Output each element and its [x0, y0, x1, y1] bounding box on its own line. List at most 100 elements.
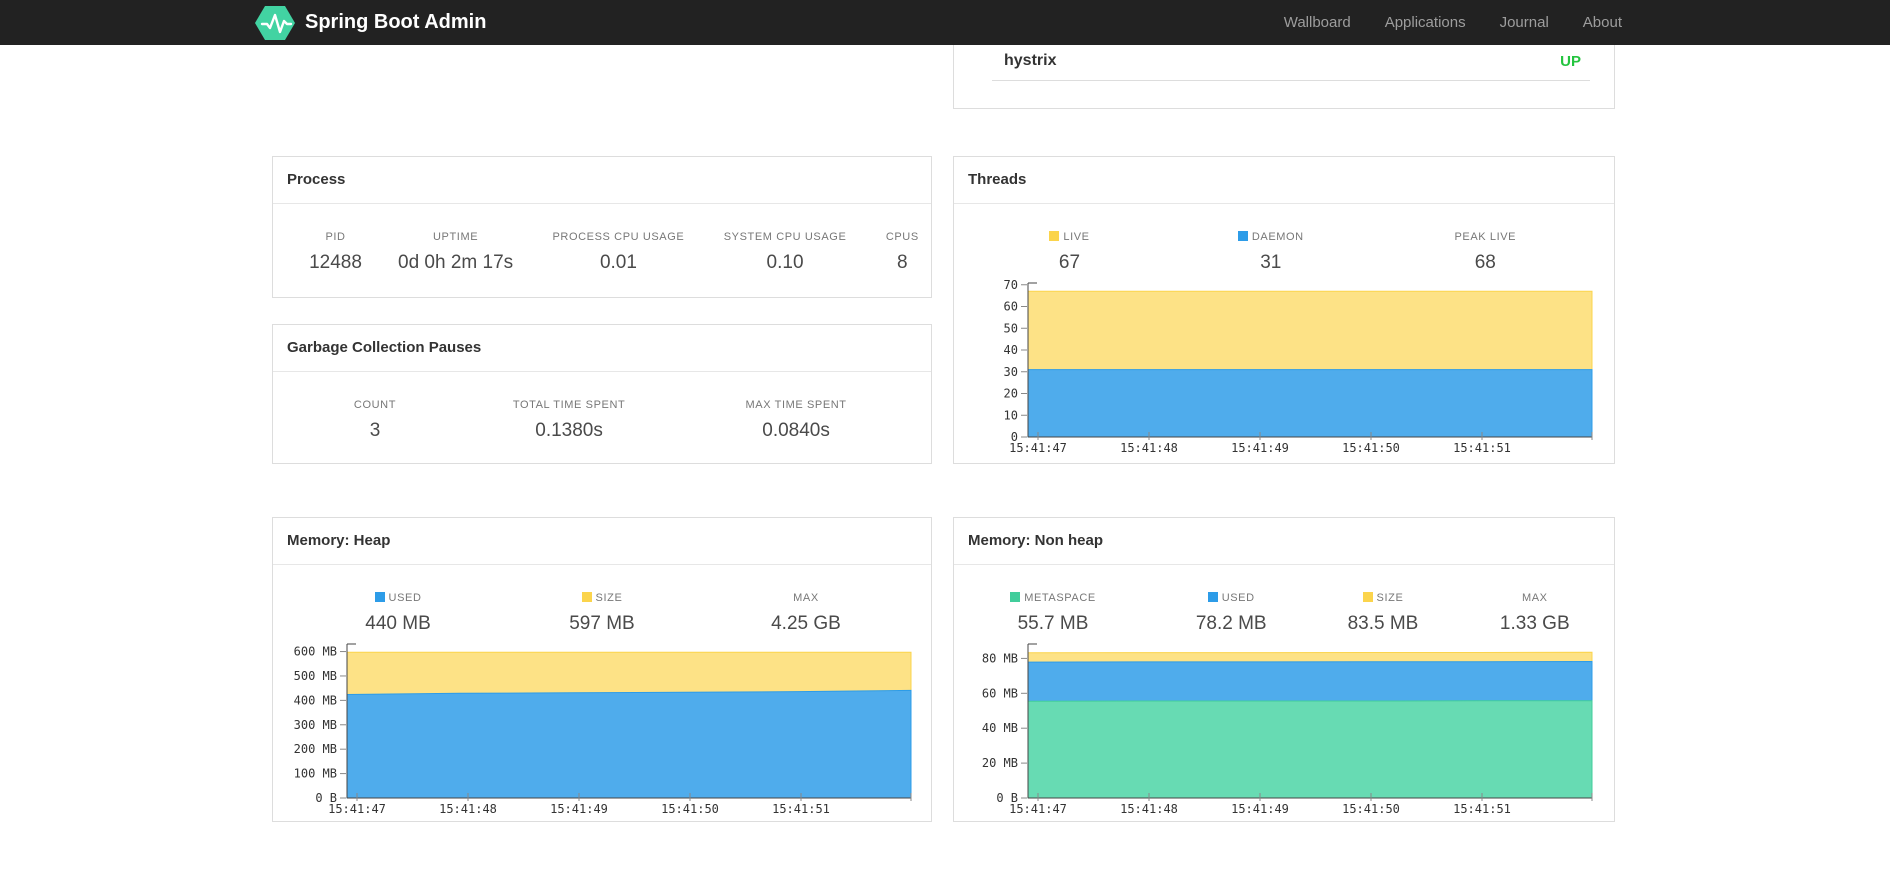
stat-value: 440 MB [365, 613, 431, 634]
stat-total-time-spent: TOTAL TIME SPENT 0.1380s [477, 399, 661, 442]
svg-text:300 MB: 300 MB [294, 718, 337, 732]
svg-text:20: 20 [1004, 387, 1018, 401]
stat-label: SIZE [523, 592, 681, 604]
svg-text:60 MB: 60 MB [982, 686, 1018, 700]
nav-item-about[interactable]: About [1583, 14, 1622, 31]
stat-live: LIVE 67 [954, 231, 1185, 274]
stat-daemon: DAEMON 31 [1185, 231, 1357, 274]
spring-boot-admin-logo-icon [255, 5, 295, 40]
stat-label: USED [1152, 592, 1310, 604]
legend-yellow-swatch-icon [1362, 592, 1373, 602]
stat-value: 68 [1474, 252, 1496, 273]
nav-item-applications[interactable]: Applications [1385, 14, 1466, 31]
stat-pid: PID 12488 [273, 231, 398, 274]
stat-system-cpu-usage: SYSTEM CPU USAGE 0.10 [724, 231, 847, 274]
memory-nonheap-area-chart: 0 B20 MB40 MB60 MB80 MB15:41:47 15:41:48 1… [982, 643, 1593, 816]
stat-size: SIZE 597 MB [523, 592, 681, 635]
stat-max-time-spent: MAX TIME SPENT 0.0840s [661, 399, 931, 442]
stat-label: COUNT [353, 399, 397, 411]
svg-text:70: 70 [1004, 278, 1018, 292]
stat-used: USED 78.2 MB [1152, 592, 1310, 635]
stat-label: SYSTEM CPU USAGE [723, 231, 847, 243]
stat-label: PROCESS CPU USAGE [552, 231, 685, 243]
stat-value: 0.01 [599, 252, 637, 273]
application-name: hystrix [1004, 52, 1057, 69]
stat-value: 67 [1058, 252, 1081, 273]
stat-size: SIZE 83.5 MB [1310, 592, 1455, 635]
svg-text:80 MB: 80 MB [982, 651, 1018, 665]
legend-green-swatch-icon [1010, 592, 1021, 602]
memory-heap-card-title: Memory: Heap [273, 518, 931, 565]
brand[interactable]: Spring Boot Admin [255, 0, 486, 45]
threads-stats-row: LIVE 67 DAEMON 31 PEAK LIVE 68 [954, 231, 1614, 274]
nav-item-journal[interactable]: Journal [1500, 14, 1549, 31]
stat-value: 3 [369, 420, 381, 441]
stat-count: COUNT 3 [273, 399, 477, 442]
stat-label: PEAK LIVE [1454, 231, 1517, 243]
svg-text:60: 60 [1004, 300, 1018, 314]
stat-value: 31 [1260, 252, 1282, 273]
stat-label: DAEMON [1185, 231, 1357, 243]
gc-pauses-card: Garbage Collection Pauses COUNT 3 TOTAL TI… [272, 324, 932, 464]
svg-text:20 MB: 20 MB [982, 756, 1018, 770]
process-stats-row: PID 12488 UPTIME 0d 0h 2m 17s PROCESS CPU US… [273, 231, 931, 274]
svg-text:40: 40 [1004, 343, 1018, 357]
threads-area-chart: 01020304050607015:41:47 15:41:48 15:41:49 1… [1004, 278, 1593, 455]
stat-uptime: UPTIME 0d 0h 2m 17s [398, 231, 513, 274]
memory-heap-card: Memory: Heap USED 440 MB SIZE 597 MB MAX 4.25… [272, 517, 932, 822]
legend-blue-swatch-icon [1207, 592, 1218, 602]
stat-label: PID [325, 231, 346, 243]
svg-text:15:41:50: 15:41:50 [661, 802, 719, 816]
legend-blue-swatch-icon [374, 592, 385, 602]
stat-max: MAX 4.25 GB [681, 592, 931, 635]
stat-label: MAX TIME SPENT [745, 399, 847, 411]
stat-value: 55.7 MB [1017, 613, 1089, 634]
svg-text:400 MB: 400 MB [294, 693, 337, 707]
stat-value: 0.0840s [762, 420, 830, 441]
gc-stats-row: COUNT 3 TOTAL TIME SPENT 0.1380s MAX TIME SP… [273, 399, 931, 442]
legend-yellow-swatch-icon [1049, 231, 1060, 241]
heap-stats-row: USED 440 MB SIZE 597 MB MAX 4.25 GB [273, 592, 931, 635]
stat-value: 12488 [309, 252, 362, 273]
svg-text:15:41:49: 15:41:49 [550, 802, 608, 816]
top-navbar: Spring Boot Admin Wallboard Applications J… [0, 0, 1890, 45]
stat-value: 83.5 MB [1347, 613, 1419, 634]
svg-text:30: 30 [1004, 365, 1018, 379]
process-card: Process PID 12488 UPTIME 0d 0h 2m 17s PROCES… [272, 156, 932, 298]
svg-text:10: 10 [1004, 408, 1018, 422]
stat-value: 1.33 GB [1499, 613, 1570, 634]
stat-process-cpu-usage: PROCESS CPU USAGE 0.01 [513, 231, 724, 274]
app-title: Spring Boot Admin [305, 11, 487, 33]
stat-label: UPTIME [433, 231, 479, 243]
svg-text:100 MB: 100 MB [294, 767, 337, 781]
nonheap-stats-row: METASPACE 55.7 MB USED 78.2 MB SIZE 83.5 MB MA… [954, 592, 1614, 635]
stat-metaspace: METASPACE 55.7 MB [954, 592, 1152, 635]
svg-text:15:41:51: 15:41:51 [1453, 802, 1511, 816]
status-badge: UP [1560, 53, 1581, 70]
stat-value: 0.1380s [535, 420, 603, 441]
stat-value: 8 [897, 252, 908, 273]
svg-text:15:41:50: 15:41:50 [1342, 441, 1400, 455]
spring-boot-admin-details-page: { "navbar": { "brand": "Spring Boot Admi… [0, 0, 1890, 892]
memory-nonheap-card: Memory: Non heap METASPACE 55.7 MB USED 78.… [953, 517, 1615, 822]
threads-card-title: Threads [954, 157, 1614, 204]
gc-pauses-card-title: Garbage Collection Pauses [273, 325, 931, 372]
stat-label: CPUS [885, 231, 919, 243]
nav-item-wallboard[interactable]: Wallboard [1284, 14, 1351, 31]
row-divider [992, 80, 1590, 81]
memory-nonheap-card-title: Memory: Non heap [954, 518, 1614, 565]
stat-label: USED [273, 592, 523, 604]
svg-text:15:41:49: 15:41:49 [1231, 441, 1289, 455]
stat-used: USED 440 MB [273, 592, 523, 635]
svg-text:15:41:47: 15:41:47 [1009, 802, 1067, 816]
application-row-hystrix[interactable]: hystrix UP [954, 48, 1614, 80]
svg-text:15:41:47: 15:41:47 [1009, 441, 1067, 455]
svg-text:500 MB: 500 MB [294, 669, 337, 683]
process-card-title: Process [273, 157, 931, 204]
applications-panel: hystrix UP [953, 45, 1615, 109]
svg-text:50: 50 [1004, 321, 1018, 335]
svg-text:15:41:47: 15:41:47 [328, 802, 386, 816]
legend-yellow-swatch-icon [581, 592, 592, 602]
stat-max: MAX 1.33 GB [1456, 592, 1614, 635]
svg-text:600 MB: 600 MB [294, 645, 337, 659]
